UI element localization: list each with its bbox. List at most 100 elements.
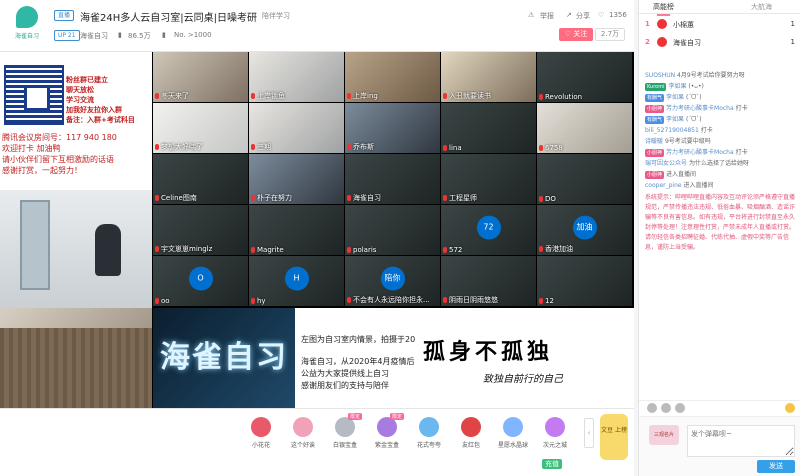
participant-tile[interactable]: DO	[537, 154, 632, 204]
chat-username[interactable]: SUOSHUN	[645, 72, 675, 79]
mic-muted-icon	[347, 247, 351, 253]
gift-item[interactable]: 限定 紫金宝盒	[370, 413, 404, 449]
follow-button[interactable]: ♡ 关注	[559, 28, 593, 41]
participant-name: lina	[443, 144, 462, 152]
participant-tile[interactable]: polaris	[345, 205, 440, 255]
rank-count: 1	[790, 38, 795, 46]
participant-tile[interactable]: 阴雨日阴雨悠悠	[441, 256, 536, 306]
banner-slogan: 孤身不孤独	[423, 339, 554, 365]
participant-name: 香港加油	[539, 244, 573, 254]
participant-tile[interactable]: 上岸ing	[345, 52, 440, 102]
chat-username[interactable]: 李如果	[666, 94, 684, 101]
participant-tile[interactable]: 工程星师	[441, 154, 536, 204]
chat-username[interactable]: bili_52719004851	[645, 127, 699, 134]
participant-tile[interactable]: 上岸锁鱼	[249, 52, 344, 102]
gift-item[interactable]: 星愿水晶球	[496, 417, 530, 449]
share-link[interactable]: 分享	[576, 11, 590, 21]
gift-item[interactable]: 次元之城	[538, 417, 572, 449]
rank-value[interactable]: No. >1000	[174, 31, 212, 39]
room-category[interactable]: 陪伴学习	[262, 11, 290, 21]
room-logo[interactable]: 海雀自习	[9, 6, 45, 44]
gift-icon[interactable]	[661, 403, 671, 413]
study-room-photo	[0, 190, 152, 308]
participant-tile[interactable]: Ooo	[153, 256, 248, 306]
participant-tile[interactable]: 海雀自习	[345, 154, 440, 204]
participant-tile[interactable]: 加油 香港加油	[537, 205, 632, 255]
rank-row[interactable]: 2 海雀自习 1	[639, 34, 800, 50]
report-link[interactable]: 举报	[540, 11, 554, 21]
emoji-icon[interactable]	[647, 403, 657, 413]
participant-avatar: H	[284, 266, 309, 291]
chat-message: 小厨神 芳力考研心酸事卡Mocha 打卡	[645, 147, 795, 158]
chat-username[interactable]: 芳力考研心酸事卡Mocha	[666, 105, 734, 112]
participant-avatar: 72	[476, 215, 501, 240]
chat-message: SUOSHUN 4月9号考试给你要努力呀	[645, 70, 795, 81]
info-line: 感谢打赏，一起努力！	[2, 166, 82, 175]
person-shape	[95, 224, 121, 276]
follow-label: 关注	[573, 30, 588, 38]
danmaku-input[interactable]	[687, 425, 795, 457]
gift-item[interactable]: 友红包	[454, 417, 488, 449]
participant-tile[interactable]: 三期	[249, 103, 344, 153]
chat-username[interactable]: cooper_pine	[645, 182, 682, 189]
chat-list[interactable]: SUOSHUN 4月9号考试给你要努力呀 Kuromi 李如果 (•ᴗ•) 有酬气 李如…	[639, 70, 800, 400]
gift-item[interactable]: 花式夸夸	[412, 417, 446, 449]
mic-muted-icon	[251, 247, 255, 253]
tab-rank[interactable]: 高能榜	[653, 2, 674, 16]
rank-doll-button[interactable]: 文豆 上榜	[600, 414, 628, 460]
chat-message: cooper_pine 进入直播间	[645, 180, 795, 191]
chat-username[interactable]: 李如果	[668, 83, 686, 90]
participant-tile[interactable]: 6758	[537, 103, 632, 153]
participant-name: DO	[539, 195, 556, 203]
participant-tile[interactable]: 朴子在努力	[249, 154, 344, 204]
gift-icon	[293, 417, 313, 437]
chat-username[interactable]: 李如果	[666, 116, 684, 123]
rank-row[interactable]: 1 小棉蕙 1	[639, 16, 800, 32]
participant-tile[interactable]: 72 572	[441, 205, 536, 255]
chat-message: bili_52719004851 打卡	[645, 125, 795, 136]
promo-line: 粉丝群已建立	[66, 76, 108, 84]
chat-username[interactable]: 瑞可因女公众号	[645, 160, 687, 167]
tab-fleet[interactable]: 大航海	[751, 2, 772, 12]
participant-tile[interactable]: Magrite	[249, 205, 344, 255]
like-count[interactable]: 1356	[609, 11, 627, 19]
streamer-name[interactable]: 海雀自习	[80, 31, 108, 41]
participant-label: 工程星师	[449, 194, 477, 202]
gift-item[interactable]: 限定 白银宝盒	[328, 413, 362, 449]
mic-muted-icon	[251, 93, 255, 99]
participant-tile[interactable]: 陪你 不会有人永远陪你担永...	[345, 256, 440, 306]
sticker-icon[interactable]	[785, 403, 795, 413]
participant-name: 不会有人永远陪你担永...	[347, 295, 430, 305]
live-video-stage[interactable]: 粉丝群已建立 聊天放松 学习交流 加我好友拉你入群 备注：入群+考试科目 腾讯会…	[0, 52, 634, 408]
participant-name: 6758	[539, 144, 563, 152]
gift-icon	[251, 417, 271, 437]
expand-gifts-button[interactable]: ‹	[584, 418, 594, 448]
participant-tile[interactable]: Hhy	[249, 256, 344, 306]
fan-card[interactable]: 三观名片	[649, 425, 679, 445]
gift-label: 次元之城	[542, 442, 567, 449]
participant-tile[interactable]: lina	[441, 103, 536, 153]
chat-text: (ˊᗜˋ)	[685, 94, 702, 101]
participant-tile[interactable]: 入丑就要读书	[441, 52, 536, 102]
gift-item[interactable]: 小花花	[244, 417, 278, 449]
chat-username[interactable]: 芳力考研心酸事卡Mocha	[666, 149, 734, 156]
settings-icon[interactable]	[675, 403, 685, 413]
participant-tile[interactable]: 梦想大好喘了	[153, 103, 248, 153]
gift-item[interactable]: 这个好诶	[286, 417, 320, 449]
mic-muted-icon	[539, 298, 543, 304]
chat-text: 打卡	[735, 105, 748, 112]
participant-tile[interactable]: 乔布斯	[345, 103, 440, 153]
participant-tile[interactable]: 冬天来了	[153, 52, 248, 102]
gift-bar: 小花花 这个好诶 限定 白银宝盒 限定 紫金宝盒 花式夸夸 友红包 星愿水晶球次元之城充值	[0, 408, 634, 476]
participant-tile[interactable]: Celine图南	[153, 154, 248, 204]
participant-tile[interactable]: Revolution	[537, 52, 632, 102]
participant-tile[interactable]: 宇文崽崽minglz	[153, 205, 248, 255]
chat-username[interactable]: 诗暖暖	[645, 138, 663, 145]
mic-muted-icon	[539, 246, 543, 252]
recharge-button[interactable]: 充值	[542, 459, 562, 469]
participant-tile[interactable]: 12	[537, 256, 632, 306]
send-button[interactable]: 发送	[757, 460, 795, 473]
mic-muted-icon	[539, 196, 543, 202]
participant-name: 朴子在努力	[251, 193, 292, 203]
participant-name: polaris	[347, 246, 376, 254]
